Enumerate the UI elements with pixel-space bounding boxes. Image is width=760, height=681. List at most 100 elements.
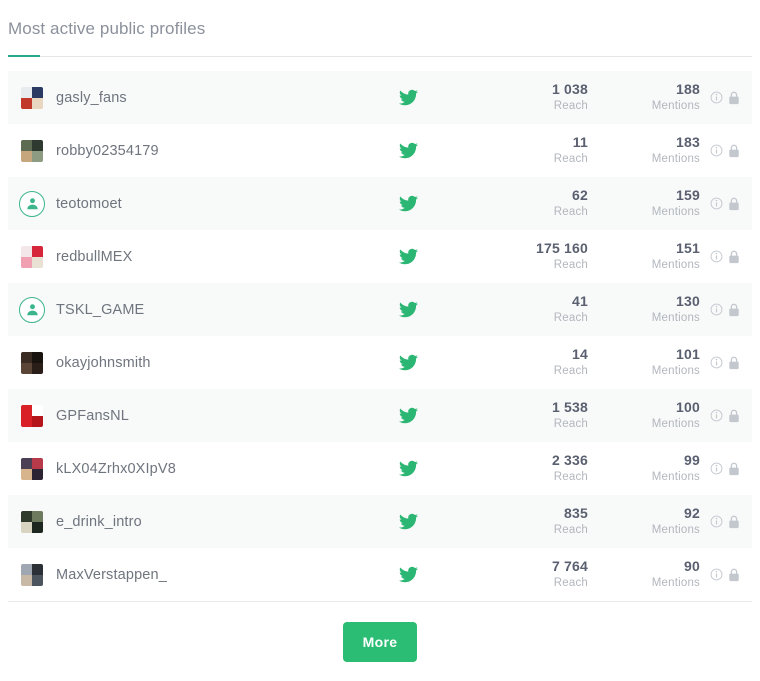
table-row[interactable]: MaxVerstappen_ 7 764 Reach 90 Mentions: [8, 548, 752, 601]
info-circle-icon[interactable]: [710, 462, 723, 475]
info-circle-icon[interactable]: [710, 91, 723, 104]
profile-username[interactable]: teotomoet: [52, 196, 348, 212]
lock-icon[interactable]: [728, 356, 740, 370]
reach-metric: 11 Reach: [468, 134, 590, 167]
row-actions: [702, 197, 752, 211]
profile-username[interactable]: redbullMEX: [52, 249, 348, 265]
lock-icon[interactable]: [728, 91, 740, 105]
lock-icon[interactable]: [728, 197, 740, 211]
table-row[interactable]: okayjohnsmith 14 Reach 101 Mentions: [8, 336, 752, 389]
twitter-bird-icon: [398, 566, 418, 583]
network-icon-cell[interactable]: [348, 300, 468, 319]
reach-label: Reach: [553, 418, 588, 430]
reach-metric: 7 764 Reach: [468, 558, 590, 591]
row-actions: [702, 515, 752, 529]
profile-username[interactable]: okayjohnsmith: [52, 355, 348, 371]
list-bottom-divider: [8, 601, 752, 602]
lock-icon[interactable]: [728, 144, 740, 158]
table-row[interactable]: e_drink_intro 835 Reach 92 Mentions: [8, 495, 752, 548]
mentions-metric: 101 Mentions: [590, 346, 702, 379]
network-icon-cell[interactable]: [348, 141, 468, 160]
most-active-public-profiles-panel: Most active public profiles gasly_fans 1 …: [0, 0, 760, 681]
info-circle-icon[interactable]: [710, 197, 723, 210]
row-actions: [702, 144, 752, 158]
row-actions: [702, 303, 752, 317]
info-circle-icon[interactable]: [710, 250, 723, 263]
reach-label: Reach: [553, 206, 588, 218]
network-icon-cell[interactable]: [348, 512, 468, 531]
table-row[interactable]: kLX04Zrhx0XIpV8 2 336 Reach 99 Mentions: [8, 442, 752, 495]
avatar-e-drink-intro: [21, 510, 43, 533]
mentions-value: 183: [676, 134, 700, 150]
reach-value: 14: [572, 346, 588, 362]
avatar-cell: [8, 139, 52, 162]
mentions-value: 159: [676, 187, 700, 203]
table-row[interactable]: TSKL_GAME 41 Reach 130 Mentions: [8, 283, 752, 336]
reach-metric: 2 336 Reach: [468, 452, 590, 485]
mentions-value: 188: [676, 81, 700, 97]
lock-icon[interactable]: [728, 409, 740, 423]
reach-label: Reach: [553, 153, 588, 165]
row-actions: [702, 462, 752, 476]
info-circle-icon[interactable]: [710, 356, 723, 369]
network-icon-cell[interactable]: [348, 565, 468, 584]
mentions-metric: 183 Mentions: [590, 134, 702, 167]
reach-metric: 62 Reach: [468, 187, 590, 220]
table-row[interactable]: gasly_fans 1 038 Reach 188 Mentions: [8, 71, 752, 124]
reach-value: 41: [572, 293, 588, 309]
mentions-value: 101: [676, 346, 700, 362]
reach-value: 175 160: [535, 240, 588, 256]
network-icon-cell[interactable]: [348, 459, 468, 478]
profile-username[interactable]: e_drink_intro: [52, 514, 348, 530]
avatar-redbullmex: [21, 245, 43, 268]
more-button[interactable]: More: [343, 622, 417, 662]
twitter-bird-icon: [398, 354, 418, 371]
info-circle-icon[interactable]: [710, 303, 723, 316]
mentions-value: 130: [676, 293, 700, 309]
info-circle-icon[interactable]: [710, 515, 723, 528]
avatar-cell: [8, 351, 52, 374]
mentions-label: Mentions: [651, 418, 700, 430]
avatar-maxverstappen: [21, 563, 43, 586]
table-row[interactable]: redbullMEX 175 160 Reach 151 Mentions: [8, 230, 752, 283]
table-row[interactable]: GPFansNL 1 538 Reach 100 Mentions: [8, 389, 752, 442]
network-icon-cell[interactable]: [348, 353, 468, 372]
mentions-metric: 188 Mentions: [590, 81, 702, 114]
network-icon-cell[interactable]: [348, 194, 468, 213]
lock-icon[interactable]: [728, 568, 740, 582]
network-icon-cell[interactable]: [348, 406, 468, 425]
row-actions: [702, 91, 752, 105]
mentions-label: Mentions: [651, 259, 700, 271]
mentions-label: Mentions: [651, 153, 700, 165]
reach-metric: 41 Reach: [468, 293, 590, 326]
mentions-metric: 130 Mentions: [590, 293, 702, 326]
info-circle-icon[interactable]: [710, 568, 723, 581]
lock-icon[interactable]: [728, 462, 740, 476]
header-divider: [8, 56, 752, 57]
network-icon-cell[interactable]: [348, 247, 468, 266]
avatar-gasly-fans: [21, 86, 43, 109]
lock-icon[interactable]: [728, 303, 740, 317]
lock-icon[interactable]: [728, 515, 740, 529]
network-icon-cell[interactable]: [348, 88, 468, 107]
table-row[interactable]: teotomoet 62 Reach 159 Mentions: [8, 177, 752, 230]
info-circle-icon[interactable]: [710, 409, 723, 422]
lock-icon[interactable]: [728, 250, 740, 264]
profile-username[interactable]: gasly_fans: [52, 90, 348, 106]
reach-label: Reach: [553, 471, 588, 483]
profile-username[interactable]: MaxVerstappen_: [52, 567, 348, 583]
profile-username[interactable]: kLX04Zrhx0XIpV8: [52, 461, 348, 477]
twitter-bird-icon: [398, 460, 418, 477]
generic-profile-avatar: [19, 190, 45, 217]
reach-label: Reach: [553, 577, 588, 589]
avatar-cell: [8, 510, 52, 533]
mentions-metric: 151 Mentions: [590, 240, 702, 273]
profile-username[interactable]: TSKL_GAME: [52, 302, 348, 318]
avatar-cell: [8, 296, 52, 323]
mentions-label: Mentions: [651, 471, 700, 483]
profile-username[interactable]: robby02354179: [52, 143, 348, 159]
table-row[interactable]: robby02354179 11 Reach 183 Mentions: [8, 124, 752, 177]
info-circle-icon[interactable]: [710, 144, 723, 157]
profile-username[interactable]: GPFansNL: [52, 408, 348, 424]
twitter-bird-icon: [398, 301, 418, 318]
